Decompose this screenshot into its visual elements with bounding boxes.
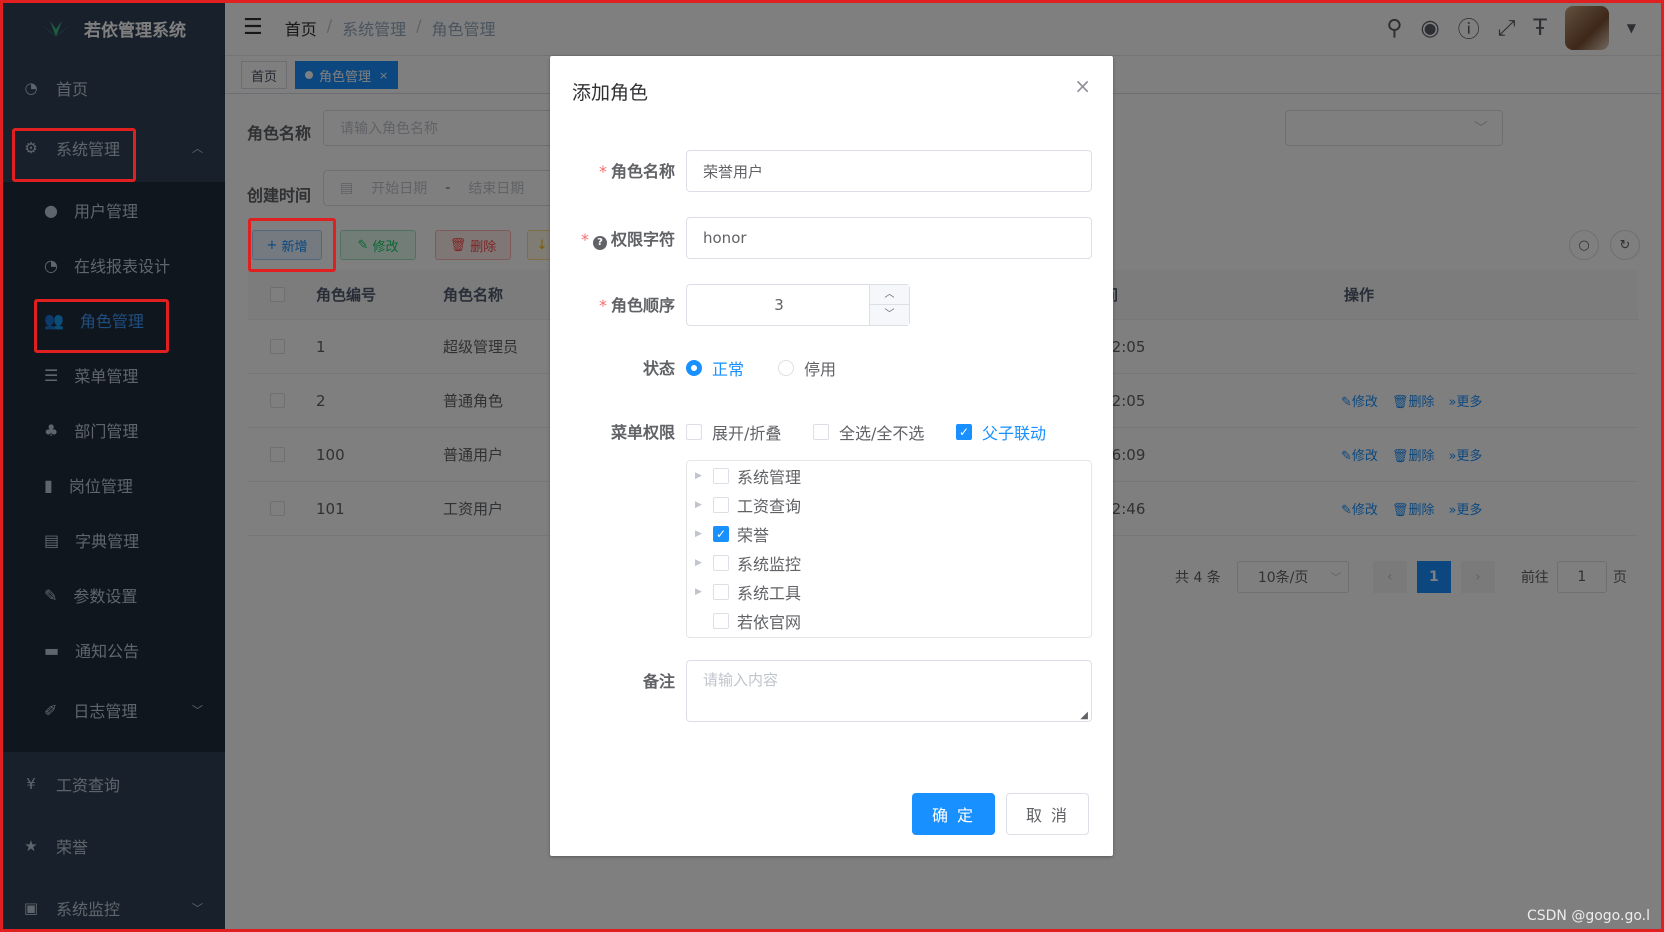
tree-node-label: 荣誉 [737, 525, 770, 545]
label-text: 角色顺序 [610, 296, 675, 315]
checkbox-label: 全选/全不选 [839, 424, 925, 443]
confirm-button[interactable]: 确 定 [912, 793, 995, 835]
chevron-up-icon[interactable]: ︿ [870, 285, 909, 305]
tree-node[interactable]: 若依官网 [695, 606, 801, 635]
remark-textarea[interactable]: 请输入内容 ◢ [686, 660, 1092, 722]
watermark: CSDN @gogo.go.l [1526, 908, 1650, 924]
menu-perm-field-label: 菜单权限 [610, 423, 675, 442]
resize-handle-icon[interactable]: ◢ [1080, 710, 1088, 721]
role-name-field-label: * 角色名称 [599, 158, 675, 182]
role-sort-stepper[interactable]: 3 ︿ ﹀ [686, 284, 910, 326]
role-name-value: 荣誉用户 [703, 162, 764, 181]
required-mark: * [598, 162, 607, 181]
required-mark: * [580, 230, 589, 249]
checkbox-label: 父子联动 [982, 424, 1047, 443]
label-text: 角色名称 [610, 162, 675, 181]
cancel-button[interactable]: 取 消 [1006, 793, 1089, 835]
dialog-title: 添加角色 [572, 82, 649, 104]
caret-right-icon[interactable]: ▶ [695, 558, 705, 568]
menu-tree: ▶ 系统管理 ▶ 工资查询 ▶ ✓ 荣誉 ▶ 系统监控 ▶ 系统工具 若依官网 [686, 460, 1092, 638]
role-name-field[interactable]: 荣誉用户 [686, 150, 1092, 192]
question-icon[interactable]: ? [592, 236, 607, 250]
checkbox-icon[interactable] [713, 496, 729, 513]
caret-right-icon[interactable]: ▶ [695, 587, 705, 597]
tree-node[interactable]: ▶ 系统监控 [695, 548, 801, 577]
role-key-value: honor [703, 229, 747, 247]
required-mark: * [598, 296, 607, 315]
tree-node-label: 系统工具 [737, 583, 802, 603]
caret-right-icon[interactable]: ▶ [695, 500, 705, 510]
check-icon[interactable]: ✓ [713, 525, 729, 542]
radio-icon [778, 360, 794, 376]
tree-node[interactable]: ▶ 工资查询 [695, 490, 801, 519]
remark-field-label: 备注 [642, 672, 675, 691]
caret-right-icon[interactable]: ▶ [695, 471, 705, 481]
tree-node-label: 若依官网 [737, 612, 802, 632]
add-role-dialog: 添加角色 × * 角色名称 荣誉用户 *? 权限字符 honor * 角色顺序 3 ︿… [550, 56, 1113, 856]
role-sort-value: 3 [774, 296, 784, 314]
label-text: 权限字符 [610, 230, 675, 249]
tree-node-label: 系统管理 [737, 467, 802, 487]
tree-node[interactable]: ▶ ✓ 荣誉 [695, 519, 769, 548]
checkbox-icon [813, 424, 829, 440]
check-icon: ✓ [956, 424, 972, 440]
status-field-label: 状态 [642, 359, 675, 378]
checkbox-icon [686, 424, 702, 440]
tree-node[interactable]: ▶ 系统管理 [695, 461, 801, 490]
close-icon[interactable]: × [1074, 74, 1091, 98]
role-key-field-label: *? 权限字符 [581, 226, 675, 250]
role-key-field[interactable]: honor [686, 217, 1092, 259]
select-all-checkbox[interactable]: 全选/全不选 [813, 420, 924, 444]
radio-label: 停用 [804, 360, 837, 379]
tree-node-label: 系统监控 [737, 554, 802, 574]
chevron-down-icon[interactable]: ﹀ [870, 305, 909, 324]
status-radio-normal[interactable]: 正常 [686, 356, 744, 380]
checkbox-icon[interactable] [713, 612, 729, 629]
tree-node-label: 工资查询 [737, 496, 802, 516]
role-sort-field-label: * 角色顺序 [599, 292, 675, 316]
checkbox-label: 展开/折叠 [712, 424, 782, 443]
radio-label: 正常 [712, 360, 745, 379]
tree-node[interactable]: ▶ 系统工具 [695, 577, 801, 606]
remark-placeholder: 请输入内容 [703, 671, 779, 689]
expand-collapse-checkbox[interactable]: 展开/折叠 [686, 420, 781, 444]
status-radio-disabled[interactable]: 停用 [778, 356, 836, 380]
checkbox-icon[interactable] [713, 583, 729, 600]
radio-checked-icon [686, 360, 702, 376]
linkage-checkbox[interactable]: ✓ 父子联动 [956, 420, 1046, 444]
checkbox-icon[interactable] [713, 467, 729, 484]
caret-right-icon[interactable]: ▶ [695, 529, 705, 539]
checkbox-icon[interactable] [713, 554, 729, 571]
stepper-controls: ︿ ﹀ [869, 285, 909, 325]
